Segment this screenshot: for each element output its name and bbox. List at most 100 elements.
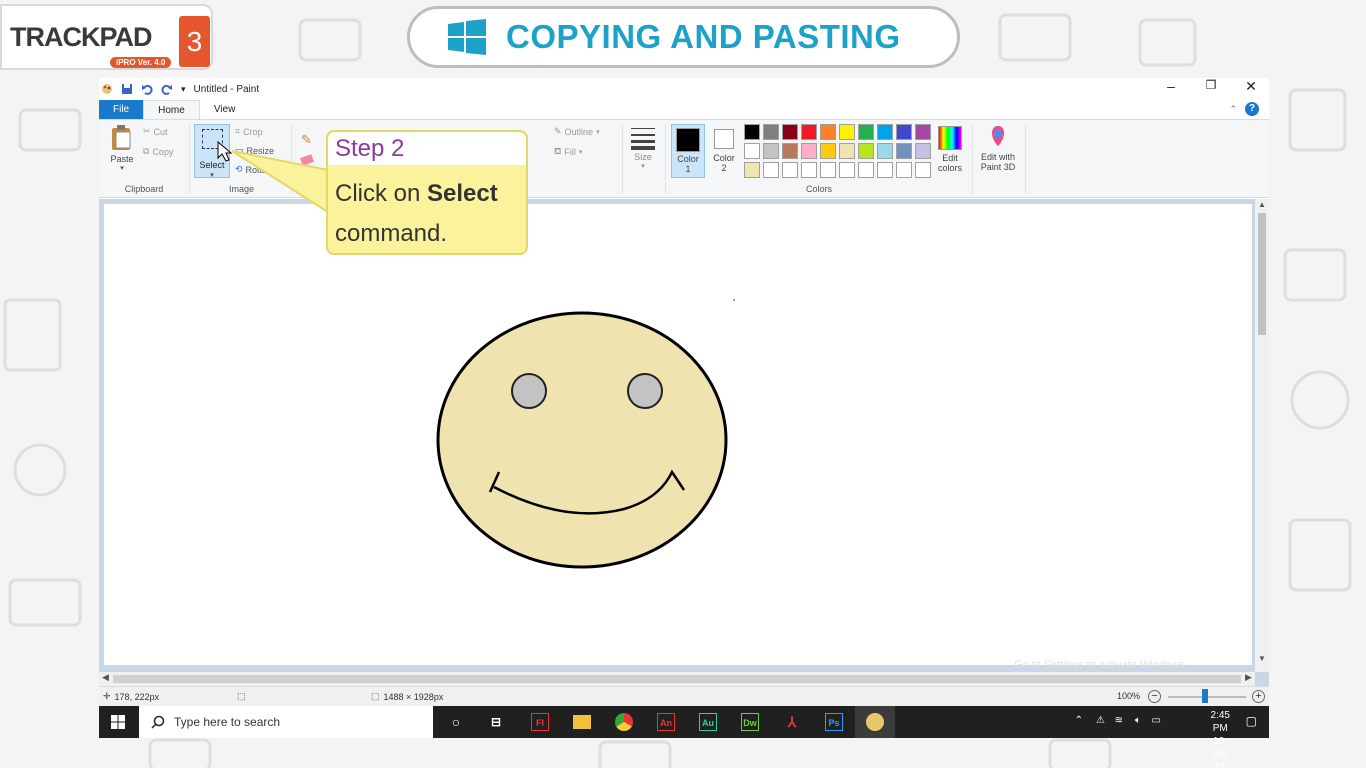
canvas-size-icon: ⬚: [371, 691, 380, 701]
palette-swatch[interactable]: [858, 124, 874, 140]
battery-icon[interactable]: ▭: [1152, 715, 1161, 726]
clipboard-group-label: Clipboard: [124, 184, 164, 194]
palette-swatch[interactable]: [915, 162, 931, 178]
crop-button[interactable]: ⌗ Crop: [235, 126, 263, 137]
separator: [622, 124, 623, 194]
zoom-in-button[interactable]: +: [1252, 690, 1265, 703]
close-button[interactable]: ✕: [1243, 78, 1259, 95]
paint-taskbar-icon[interactable]: [866, 713, 884, 731]
palette-swatch[interactable]: [839, 124, 855, 140]
palette-swatch[interactable]: [820, 124, 836, 140]
palette-swatch[interactable]: [801, 143, 817, 159]
audition-app-icon[interactable]: Au: [699, 713, 717, 731]
undo-icon[interactable]: [141, 83, 153, 95]
tab-home[interactable]: Home: [143, 100, 200, 119]
copy-button[interactable]: ⧉ Copy: [143, 146, 173, 157]
paste-icon: [112, 125, 131, 150]
edit-colors-button[interactable]: Edit colors: [933, 124, 967, 173]
drawing-canvas[interactable]: Go to Settings to activate Windows.: [104, 204, 1252, 671]
activation-watermark: Go to Settings to activate Windows.: [1014, 659, 1188, 671]
palette-swatch[interactable]: [839, 162, 855, 178]
scroll-left-icon[interactable]: ◀: [102, 672, 109, 683]
windows-start-icon[interactable]: [111, 715, 125, 729]
palette-swatch[interactable]: [763, 143, 779, 159]
system-clock[interactable]: 2:45 PM 10-Jun-21: [1211, 709, 1230, 768]
palette-swatch[interactable]: [896, 143, 912, 159]
edit-with-paint3d-button[interactable]: Edit with Paint 3D: [975, 124, 1021, 172]
palette-swatch[interactable]: [896, 162, 912, 178]
volume-icon[interactable]: 🔈︎: [1135, 715, 1141, 726]
zoom-out-button[interactable]: −: [1148, 690, 1161, 703]
palette-swatch[interactable]: [839, 143, 855, 159]
palette-swatch[interactable]: [763, 124, 779, 140]
redo-icon[interactable]: [161, 83, 173, 95]
palette-swatch[interactable]: [801, 124, 817, 140]
rotate-button[interactable]: ⟲ Rotate: [235, 164, 272, 175]
paste-button[interactable]: Paste ▾: [107, 124, 137, 172]
crop-label: Crop: [243, 126, 263, 137]
palette-swatch[interactable]: [820, 143, 836, 159]
scroll-down-icon[interactable]: ▼: [1255, 654, 1269, 663]
palette-swatch[interactable]: [782, 124, 798, 140]
pencil-icon[interactable]: ✎: [301, 132, 312, 148]
palette-swatch[interactable]: [744, 162, 760, 178]
cut-button[interactable]: ✂ Cut: [143, 126, 168, 137]
palette-swatch[interactable]: [858, 143, 874, 159]
lesson-title: COPYING AND PASTING: [506, 18, 901, 55]
color2-button[interactable]: Color 2: [709, 124, 739, 178]
scroll-up-icon[interactable]: ▲: [1255, 200, 1269, 209]
select-button[interactable]: Select ▾: [194, 124, 230, 179]
minimize-button[interactable]: –: [1163, 78, 1179, 95]
color1-swatch: [676, 128, 700, 152]
palette-swatch[interactable]: [915, 143, 931, 159]
outline-button[interactable]: ✎ Outline ▾: [554, 126, 600, 137]
select-dropdown-icon[interactable]: ▾: [195, 171, 229, 179]
wifi-icon[interactable]: ≋: [1115, 715, 1123, 726]
palette-swatch[interactable]: [744, 143, 760, 159]
help-icon[interactable]: ?: [1245, 102, 1259, 116]
photoshop-app-icon[interactable]: Ps: [825, 713, 843, 731]
palette-swatch[interactable]: [744, 124, 760, 140]
taskbar-search-box[interactable]: Type here to search: [139, 706, 433, 738]
task-view-icon[interactable]: ⊟: [487, 713, 505, 731]
size-button[interactable]: Size ▾: [626, 126, 660, 170]
minimize-ribbon-icon[interactable]: ⌃: [1229, 104, 1237, 115]
cortana-icon[interactable]: ○: [447, 713, 465, 731]
network-warning-icon[interactable]: ⚠: [1096, 715, 1105, 726]
resize-button[interactable]: ▭ Resize: [235, 145, 274, 156]
notifications-icon[interactable]: ▢: [1246, 714, 1257, 728]
palette-swatch[interactable]: [820, 162, 836, 178]
palette-swatch[interactable]: [782, 162, 798, 178]
horizontal-scroll-thumb[interactable]: [113, 675, 1241, 683]
tab-file[interactable]: File: [99, 100, 144, 119]
vertical-scroll-thumb[interactable]: [1258, 213, 1266, 335]
vertical-scrollbar[interactable]: ▲ ▼: [1255, 199, 1269, 672]
eraser-icon[interactable]: [299, 154, 315, 166]
tab-view[interactable]: View: [200, 100, 250, 119]
fill-button[interactable]: ⛾ Fill ▾: [554, 146, 582, 158]
palette-swatch[interactable]: [915, 124, 931, 140]
zoom-slider-thumb[interactable]: [1202, 689, 1208, 703]
tray-expand-icon[interactable]: ⌃: [1075, 715, 1083, 726]
color1-button[interactable]: Color 1: [671, 124, 705, 178]
palette-swatch[interactable]: [763, 162, 779, 178]
ribbon-tabs: File Home View ⌃ ?: [99, 100, 1269, 119]
restore-button[interactable]: ❐: [1203, 78, 1219, 95]
chrome-icon[interactable]: [615, 713, 633, 731]
palette-swatch[interactable]: [877, 124, 893, 140]
palette-swatch[interactable]: [877, 143, 893, 159]
palette-swatch[interactable]: [801, 162, 817, 178]
file-explorer-icon[interactable]: [573, 715, 591, 729]
acrobat-icon[interactable]: ⅄: [783, 713, 801, 731]
horizontal-scrollbar[interactable]: ◀ ▶: [99, 672, 1255, 686]
animate-app-icon[interactable]: An: [657, 713, 675, 731]
flash-app-icon[interactable]: Fl: [531, 713, 549, 731]
palette-swatch[interactable]: [877, 162, 893, 178]
palette-swatch[interactable]: [782, 143, 798, 159]
palette-swatch[interactable]: [896, 124, 912, 140]
palette-swatch[interactable]: [858, 162, 874, 178]
dreamweaver-app-icon[interactable]: Dw: [741, 713, 759, 731]
scroll-right-icon[interactable]: ▶: [1245, 672, 1252, 683]
save-icon[interactable]: [121, 83, 133, 95]
customize-toolbar-icon[interactable]: ▾: [181, 84, 186, 95]
